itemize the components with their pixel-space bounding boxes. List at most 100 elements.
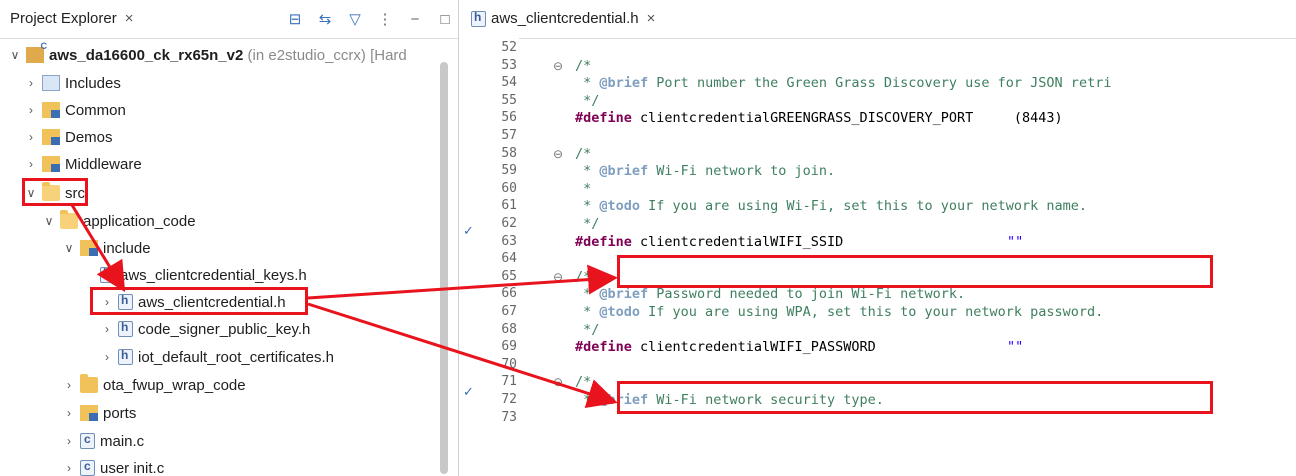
tree-item-label: ota_fwup_wrap_code [103, 376, 246, 394]
tree-item-common[interactable]: › Common [24, 97, 126, 123]
line-number: 54 [501, 75, 517, 91]
tree-item-aws-clientcredential-keys[interactable]: aws_clientcredential_keys.h [100, 262, 307, 288]
tree-item-middleware[interactable]: › Middleware [24, 151, 142, 177]
source-folder-icon [42, 156, 60, 172]
line-number: 64 [501, 251, 517, 267]
string-literal: "" [1007, 339, 1024, 356]
code-line: /* [575, 146, 591, 162]
comment-prefix: * [575, 392, 600, 408]
tree-item-label: main.c [100, 432, 145, 450]
highlight-wifi-ssid-define [617, 255, 1213, 288]
highlight-aws-clientcredential-file [90, 287, 308, 315]
tree-item-application-code[interactable]: ∨ application_code [42, 208, 196, 234]
comment-prefix: * [575, 75, 600, 92]
tree-item-label: Includes [65, 74, 121, 92]
code-line: #define clientcredentialGREENGRASS_DISCO… [575, 110, 1063, 126]
source-folder-icon [42, 129, 60, 145]
highlight-src-folder [22, 178, 88, 206]
source-folder-icon [80, 240, 98, 256]
code-text: clientcredentialWIFI_SSID [631, 233, 844, 250]
task-marker-icon[interactable]: ✓ [463, 384, 479, 399]
line-number: 68 [501, 321, 517, 337]
chevron-right-icon[interactable]: › [62, 378, 76, 392]
code-text: * [575, 180, 592, 197]
line-number: 67 [501, 304, 517, 319]
task-marker-icon[interactable]: ✓ [463, 223, 479, 238]
filter-icon[interactable]: ▽ [344, 8, 366, 30]
link-with-editor-icon[interactable]: ⇆ [314, 8, 336, 30]
code-text: /* [575, 145, 592, 162]
code-text: */ [575, 92, 600, 109]
comment-prefix: * [575, 286, 600, 303]
collapse-all-icon[interactable]: ⊟ [284, 8, 306, 30]
chevron-right-icon[interactable]: › [24, 76, 38, 90]
fold-toggle-icon[interactable]: ⊖ [553, 375, 563, 389]
minimize-icon[interactable]: − [404, 8, 426, 30]
editor-tab[interactable]: aws_clientcredential.h × [471, 10, 655, 27]
chevron-down-icon[interactable]: ∨ [8, 48, 22, 62]
chevron-down-icon[interactable]: ∨ [42, 214, 56, 228]
maximize-icon[interactable]: □ [434, 8, 456, 30]
tree-item-iot-default-root-certificates[interactable]: › iot_default_root_certificates.h [100, 344, 334, 370]
line-number: 66 [501, 286, 517, 302]
code-text: If you are using Wi-Fi, set this to your… [640, 198, 1088, 215]
tree-item-label: ports [103, 404, 137, 422]
tree-item-demos[interactable]: › Demos [24, 124, 113, 150]
overview-ruler: ✓ ✓ [459, 38, 485, 476]
tree-item-ports[interactable]: › ports [62, 400, 136, 426]
line-number: 60 [501, 180, 517, 196]
code-line: * @brief Password needed to join Wi-Fi n… [575, 286, 965, 302]
highlight-wifi-password-define [617, 381, 1213, 414]
explorer-scrollbar[interactable] [440, 62, 448, 474]
chevron-down-icon[interactable]: ∨ [62, 241, 76, 255]
tree-item-label: application_code [83, 212, 196, 230]
project-explorer-tab[interactable]: Project Explorer × [10, 10, 133, 27]
source-folder-icon [42, 102, 60, 118]
line-number-gutter: 52 53 54 55 56 57 58 59 60 61 62 63 64 65 66 67 68 69 70 71… [485, 38, 519, 476]
tree-item-ota-fwup-wrap-code[interactable]: › ota_fwup_wrap_code [62, 372, 246, 398]
chevron-right-icon[interactable]: › [100, 322, 114, 336]
chevron-right-icon[interactable]: › [24, 130, 38, 144]
fold-toggle-icon[interactable]: ⊖ [553, 270, 563, 284]
comment-prefix: * [575, 198, 600, 215]
tree-item-main-c[interactable]: › main.c [62, 428, 144, 454]
chevron-right-icon[interactable]: › [62, 461, 76, 475]
source-folder-icon [80, 405, 98, 421]
string-literal: "" [1007, 233, 1024, 250]
c-file-icon [80, 432, 95, 449]
chevron-right-icon[interactable]: › [100, 350, 114, 364]
line-number: 62 [501, 216, 517, 231]
project-explorer-panel: Project Explorer × ⊟ ⇆ ▽ ⋮ − □ ∨ aws_da16… [0, 0, 459, 476]
tree-item-includes[interactable]: › Includes [24, 70, 121, 96]
line-number: 56 [501, 110, 517, 126]
chevron-right-icon[interactable]: › [62, 406, 76, 420]
chevron-right-icon[interactable]: › [24, 157, 38, 171]
line-number: 59 [501, 163, 517, 179]
folder-open-icon [60, 210, 78, 229]
tree-item-label: Demos [65, 128, 113, 146]
fold-toggle-icon[interactable]: ⊖ [553, 59, 563, 73]
tree-item-label: user init.c [100, 459, 165, 476]
close-icon[interactable]: × [125, 10, 134, 27]
line-number: 55 [501, 92, 517, 108]
header-file-icon [118, 320, 133, 337]
line-number: 63 [501, 233, 517, 249]
tree-item-user-init-c[interactable]: › user init.c [62, 455, 164, 476]
line-number: 58 [501, 145, 517, 161]
close-icon[interactable]: × [647, 10, 656, 27]
code-line: */ [575, 216, 599, 232]
chevron-right-icon[interactable]: › [24, 103, 38, 117]
c-file-icon [80, 459, 95, 476]
code-text: If you are using WPA, set this to your n… [640, 304, 1104, 320]
project-explorer-tabbar: Project Explorer × ⊟ ⇆ ▽ ⋮ − □ [0, 0, 458, 39]
tree-item-label: aws_clientcredential_keys.h [120, 266, 307, 284]
chevron-right-icon[interactable]: › [62, 434, 76, 448]
tree-item-code-signer-public-key[interactable]: › code_signer_public_key.h [100, 316, 310, 342]
editor-tab-label: aws_clientcredential.h [491, 10, 639, 27]
view-menu-icon[interactable]: ⋮ [374, 8, 396, 30]
tree-item-project[interactable]: ∨ aws_da16600_ck_rx65n_v2 (in e2studio_c… [8, 41, 407, 68]
fold-toggle-icon[interactable]: ⊖ [553, 147, 563, 161]
project-explorer-tab-label: Project Explorer [10, 10, 117, 27]
tree-item-include[interactable]: ∨ include [62, 235, 151, 261]
code-text: */ [575, 216, 600, 232]
